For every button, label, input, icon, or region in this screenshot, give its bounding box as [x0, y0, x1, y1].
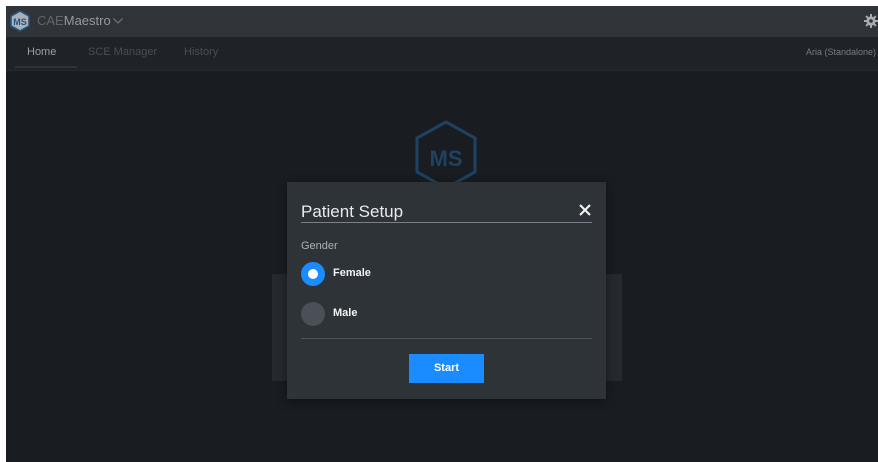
title-underline: [301, 222, 592, 223]
radio-male[interactable]: Male: [301, 302, 501, 326]
radio-female-label[interactable]: Female: [333, 267, 371, 280]
radio-female[interactable]: Female: [301, 262, 501, 286]
start-button[interactable]: Start: [409, 354, 484, 383]
radio-selected-dot: [308, 269, 318, 279]
patient-setup-dialog: Patient Setup Gender Female Male Start: [287, 182, 606, 399]
gender-label: Gender: [301, 240, 338, 252]
dialog-divider: [301, 338, 592, 339]
radio-male-indicator[interactable]: [301, 302, 325, 326]
dialog-title: Patient Setup: [301, 202, 404, 221]
radio-male-label[interactable]: Male: [333, 307, 357, 320]
radio-female-indicator[interactable]: [301, 262, 325, 286]
close-icon[interactable]: [577, 202, 593, 218]
app-window: MS CAEMaestro Home SCE Manager History A…: [6, 6, 878, 462]
